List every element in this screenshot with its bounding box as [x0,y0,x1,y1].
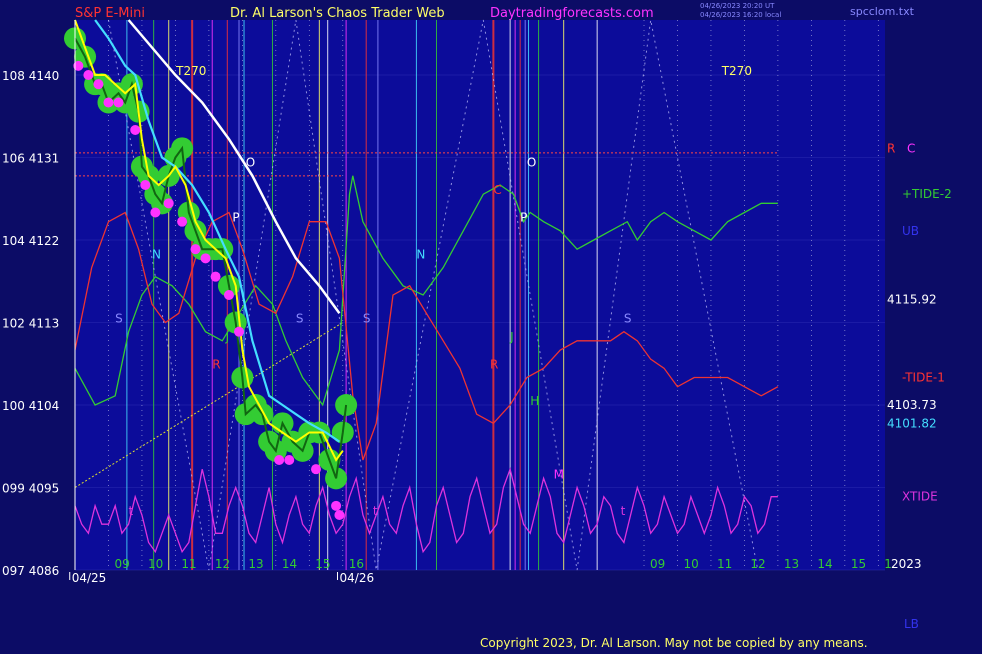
cycle-letter: O [527,156,536,170]
cycle-letter: J [225,330,230,344]
x-hour-label: 13 [248,557,263,571]
copyright: Copyright 2023, Dr. Al Larson. May not b… [480,636,868,650]
right-label: C [907,141,915,155]
cycle-letter: P [520,211,527,225]
reversal-dot [190,244,201,255]
x-hour-label: 15 [851,557,866,571]
instrument-title: S&P E-Mini [75,6,145,21]
timestamp-ut: 04/26/2023 20:20 UT [700,2,775,10]
reversal-dot [234,326,245,337]
time-marker-label: T270 [721,64,752,78]
x-hour-label: 12 [215,557,230,571]
reversal-dot [93,79,104,90]
file-name: spcclom.txt [850,5,915,18]
x-hour-label: 11 [717,557,732,571]
reversal-dot [130,125,141,135]
y-tick-label: 106 4131 [2,152,59,166]
y-tick-label: 102 4113 [2,317,59,331]
y-tick-label: 104 4122 [2,234,59,248]
x-hour-label: 10 [148,557,163,571]
lower-band-label: LB [904,617,919,631]
x-hour-label: 15 [315,557,330,571]
reversal-dot [103,97,114,108]
reversal-dot [200,253,211,264]
right-label: +TIDE-2 [902,187,952,201]
reversal-dot [113,97,124,108]
cycle-letter: t [373,504,378,518]
cycle-letter: J [509,330,514,344]
time-marker-label: T270 [175,64,206,78]
x-hour-label: 14 [817,557,832,571]
right-label: UB [902,224,919,238]
timestamp-local: 04/26/2023 16:20 local [700,11,781,19]
x-date-label: 04/26 [340,571,375,585]
cycle-letter: M [554,467,564,481]
reversal-dot [177,216,188,227]
reversal-dot [210,271,221,282]
source-title: Dr. Al Larson's Chaos Trader Web [230,6,445,21]
reversal-dot [331,500,342,511]
reversal-dot [310,464,321,475]
chart-window: T270 T270 S N R J P O S S N R C J P O H M St t t 097 4086 099… [0,0,982,650]
cycle-letter: P [232,211,239,225]
year-label: 2023 [891,557,922,571]
x-hour-label: 13 [784,557,799,571]
x-hour-label: 09 [114,557,129,571]
cycle-letter: S [296,312,304,326]
reversal-dot [150,207,161,218]
y-tick-label: 097 4086 [2,564,59,578]
x-hour-label: 10 [683,557,698,571]
x-hour-label: 11 [181,557,196,571]
cycle-letter: H [530,394,539,408]
x-hour-label: 09 [650,557,665,571]
x-hour-label: 12 [750,557,765,571]
cycle-letter: S [363,312,371,326]
reversal-dot [284,455,295,465]
x-hour-label: 16 [349,557,364,571]
cycle-letter: R [212,357,220,371]
x-date-label: 04/25 [72,571,107,585]
site-link[interactable]: Daytradingforecasts.com [490,6,654,21]
reversal-dot [140,180,151,190]
right-label: R [887,141,895,155]
reversal-dot [334,510,345,520]
reversal-dot [223,290,234,300]
y-tick-label: 108 4140 [2,69,59,83]
right-label: 4101.82 [887,416,937,430]
right-label: -TIDE-1 [902,371,945,385]
cycle-letter: S [115,312,123,326]
cycle-letter: t [129,504,134,518]
reversal-dot [274,455,285,465]
cycle-letter: C [493,183,501,197]
cycle-letter: S [624,312,632,326]
cycle-letter: O [246,156,255,170]
chart-svg: T270 T270SNRJPOS SNRCJPOHMSt t t 097 4086099… [2,2,952,650]
right-label: 4115.92 [887,293,937,307]
y-tick-label: 099 4095 [2,482,59,496]
right-label: 4103.73 [887,398,937,412]
reversal-dot [163,198,174,209]
cycle-letter: N [152,247,161,261]
x-hour-label: 14 [282,557,297,571]
cycle-letter: N [416,247,425,261]
y-tick-label: 100 4104 [2,399,59,413]
right-label: XTIDE [902,490,938,504]
cycle-letter: t [621,504,626,518]
reversal-dot [83,70,94,80]
cycle-letter: R [490,357,498,371]
